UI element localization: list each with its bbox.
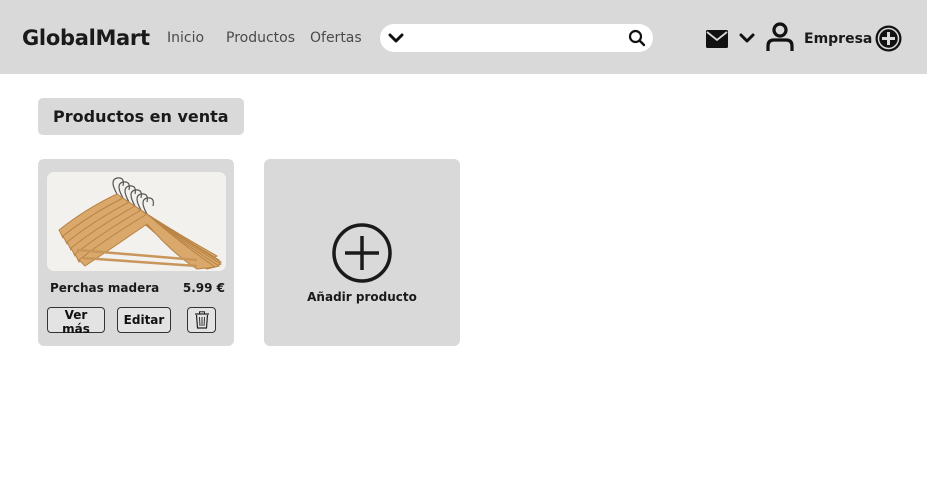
edit-button[interactable]: Editar [117,307,171,333]
search-bar [380,24,653,52]
product-card: Perchas madera 5.99 € Ver más Editar [38,159,234,346]
nav-link-ofertas[interactable]: Ofertas [310,30,362,46]
add-circle-icon[interactable] [875,25,902,52]
product-image [47,172,226,271]
trash-icon [194,311,209,329]
view-more-button[interactable]: Ver más [47,307,105,336]
mail-icon[interactable] [705,28,729,50]
top-navbar: GlobalMart Inicio Productos Ofertas Empr… [0,0,927,74]
brand-logo[interactable]: GlobalMart [22,26,150,50]
product-price: 5.99 € [182,281,225,295]
delete-button[interactable] [187,307,216,333]
search-icon[interactable] [628,29,646,47]
user-icon[interactable] [765,22,795,52]
account-label[interactable]: Empresa [804,31,872,47]
page-title: Productos en venta [38,98,244,135]
product-name: Perchas madera [50,281,160,295]
add-product-label: Añadir producto [307,290,417,304]
nav-link-inicio[interactable]: Inicio [167,30,204,46]
search-input[interactable] [410,28,620,48]
nav-link-productos[interactable]: Productos [226,30,295,46]
chevron-down-icon[interactable] [388,30,404,46]
add-product-card[interactable]: Añadir producto [264,159,460,346]
chevron-down-icon[interactable] [739,30,755,46]
add-circle-icon [332,223,392,283]
